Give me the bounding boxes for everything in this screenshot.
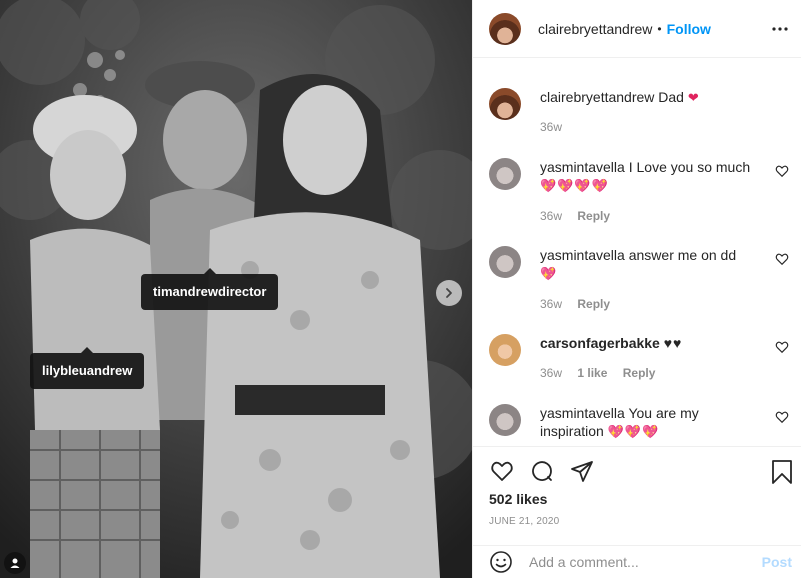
comment-text: I Love you so much [628,159,751,175]
avatar[interactable] [489,88,521,120]
emoji-smiley-icon[interactable] [489,550,513,574]
caption-time[interactable]: 36w [540,120,562,134]
show-tags-button[interactable] [4,552,26,574]
post-header: clairebryettandrew • Follow [473,0,801,58]
comment-username[interactable]: carsonfagerbakke [540,335,660,351]
post-sidebar: clairebryettandrew • Follow clairebryett… [472,0,801,578]
like-count[interactable]: 502 likes [489,491,547,507]
next-photo-button[interactable] [436,280,462,306]
post-comment-button[interactable]: Post [762,554,792,570]
comment-text: ♥♥ [663,335,683,351]
heart-emoji: 💖 [540,266,558,281]
heart-icon[interactable] [775,164,789,178]
avatar[interactable] [489,12,521,45]
comment-composer: Post [473,545,801,578]
post-actions [473,446,801,491]
comment-time[interactable]: 36w [540,297,562,311]
avatar[interactable] [489,404,521,436]
post-author-username[interactable]: clairebryettandrew [538,21,652,37]
reply-button[interactable]: Reply [577,209,610,223]
reply-button[interactable]: Reply [577,297,610,311]
separator-dot: • [657,21,662,36]
heart-emoji: 💖💖💖💖 [540,178,609,193]
bookmark-icon[interactable] [770,459,794,485]
avatar[interactable] [489,246,521,278]
caption-username[interactable]: clairebryettandrew [540,89,654,105]
avatar[interactable] [489,158,521,190]
like-heart-icon[interactable] [489,459,515,483]
avatar[interactable] [489,334,521,366]
post-photo[interactable]: timandrewdirector lilybleuandrew [0,0,472,578]
heart-icon[interactable] [775,410,789,424]
more-options-icon[interactable] [768,17,792,41]
reply-button[interactable]: Reply [623,366,656,380]
comments-list[interactable]: clairebryettandrew Dad ❤ 36w yasmintavel… [473,58,801,446]
caption-text: Dad [658,89,684,105]
user-tag-label[interactable]: lilybleuandrew [30,347,145,389]
comment-text: answer me on dd [628,247,737,263]
heart-emoji: ❤ [687,90,700,105]
share-plane-icon[interactable] [569,459,595,483]
user-tag-icon [10,558,20,568]
comment-username[interactable]: yasmintavella [540,405,625,421]
follow-button[interactable]: Follow [667,21,711,37]
chevron-right-icon [446,288,452,298]
comment-time[interactable]: 36w [540,209,562,223]
heart-icon[interactable] [775,340,789,354]
heart-icon[interactable] [775,252,789,266]
comment-username[interactable]: yasmintavella [540,159,625,175]
comment-input[interactable] [529,554,739,570]
user-tag-label[interactable]: timandrewdirector [141,268,279,310]
comment-like-count[interactable]: 1 like [577,366,607,380]
comment-username[interactable]: yasmintavella [540,247,625,263]
comment-bubble-icon[interactable] [529,459,555,483]
comment-time[interactable]: 36w [540,366,562,380]
post-date[interactable]: JUNE 21, 2020 [489,516,559,527]
heart-emoji: 💖💖💖 [607,424,660,439]
